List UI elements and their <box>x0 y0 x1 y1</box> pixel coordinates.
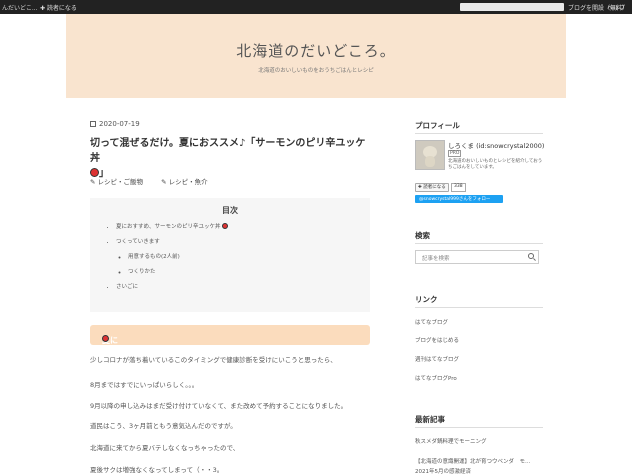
profile-heading: プロフィール <box>415 121 460 130</box>
subscriber-count: 338 <box>451 183 466 192</box>
help-link[interactable]: ヘルプ <box>607 3 625 12</box>
blog-header: 北海道のだいどころ。 北海道のおいしいものをおうちごはんとレシピ <box>66 14 566 98</box>
toc-item[interactable]: つくっていきます 用意するもの(2人前) つくりかた <box>116 235 228 280</box>
category-link[interactable]: ✎ レシピ・ご飯物 <box>90 178 151 186</box>
divider <box>415 243 543 244</box>
toc-item[interactable]: 夏におすすめ、サーモンのピリ辛ユッケ丼 <box>116 220 229 235</box>
search-input[interactable]: 記事を検索 <box>415 250 539 264</box>
search-placeholder: 記事を検索 <box>422 256 450 262</box>
divider <box>415 133 543 134</box>
paragraph: 8月まではすでにいっぱいらしく。。。 <box>90 381 199 389</box>
sidebar-link[interactable]: はてなブログPro <box>415 374 457 382</box>
sidebar-link[interactable]: ブログをはじめる <box>415 336 459 344</box>
search-heading: 検索 <box>415 231 430 240</box>
divider <box>415 427 543 428</box>
sidebar-link[interactable]: はてなブログ <box>415 318 448 326</box>
subscribe-link[interactable]: ✚ 読者になる <box>40 3 77 12</box>
recent-post-link[interactable]: 【北海道の意識開運】北が育つウベンダ モ… <box>415 457 531 465</box>
toc-subitem[interactable]: つくりかた <box>128 265 228 280</box>
search-icon[interactable] <box>528 253 534 259</box>
article-title[interactable]: 切って混ぜるだけ。夏におススメ♪「サーモンのピリ辛ユッケ丼」 <box>90 136 372 181</box>
profile-description: 北海道のおいしいものとレシピを紹介しておうちごはんをしています。 <box>448 159 543 170</box>
toc-title: 目次 <box>222 206 238 215</box>
bowl-emoji-icon <box>222 223 229 229</box>
divider <box>415 307 543 308</box>
blog-menu-link[interactable]: んだいどこ... <box>2 3 38 12</box>
recent-heading: 最新記事 <box>415 415 445 424</box>
recent-post-link[interactable]: 秋スメダ鍋料理でモーニング <box>415 437 487 445</box>
profile-avatar[interactable] <box>415 140 445 170</box>
category-link[interactable]: ✎ レシピ・魚介 <box>161 178 216 186</box>
article-date[interactable]: 2020-07-19 <box>90 120 140 128</box>
paragraph: 北海道に来てから夏バテしなくなっちゃったので、 <box>90 444 240 452</box>
links-heading: リンク <box>415 295 438 304</box>
pro-badge: PRO <box>448 150 462 157</box>
section-heading: 夏におすすめ、サーモンのピリ辛ユッケ丼 <box>90 325 370 444</box>
paragraph: 少しコロナが落ち着いているこのタイミングで健康診断を受けにいこうと思ったら、 <box>90 356 337 364</box>
paragraph: 道民はこう、3ヶ月前ともう意気込んだのですが。 <box>90 422 237 430</box>
global-search-input[interactable] <box>460 3 564 11</box>
paragraph: 夏後サクは増強なくなってしまって（・・3。 <box>90 466 224 474</box>
blog-description: 北海道のおいしいものをおうちごはんとレシピ <box>258 68 374 74</box>
twitter-follow-button[interactable]: @snowcrystal999さんをフォロー <box>415 195 503 203</box>
article-categories: ✎ レシピ・ご飯物 ✎ レシピ・魚介 <box>90 176 224 186</box>
toc-subitem[interactable]: 用意するもの(2人前) <box>128 250 228 265</box>
calendar-icon <box>90 121 96 127</box>
sidebar-link[interactable]: 週刊はてなブログ <box>415 355 459 363</box>
bowl-emoji-icon <box>102 335 109 342</box>
blog-title[interactable]: 北海道のだいどころ。 <box>66 40 566 61</box>
global-header-bar: んだいどこ... ✚ 読者になる ブログを開設（無料） ヘルプ <box>0 0 632 14</box>
table-of-contents: 目次 夏におすすめ、サーモンのピリ辛ユッケ丼 つくっていきます 用意するもの(2… <box>90 198 370 312</box>
subscribe-button[interactable]: ✚ 読者になる <box>415 183 449 192</box>
profile-name[interactable]: しろくま (id:snowcrystal2000) <box>448 140 544 150</box>
toc-item[interactable]: さいごに <box>116 280 228 295</box>
paragraph: 9月以降の申し込みはまだ受け付けていなくて、また改めて予約することになりました。 <box>90 402 348 410</box>
